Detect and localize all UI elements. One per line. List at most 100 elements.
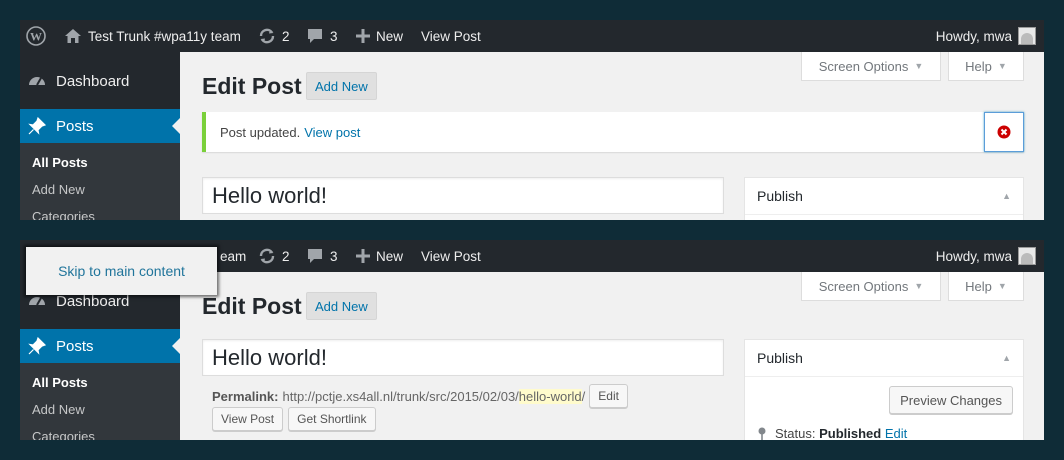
help-button[interactable]: Help ▼ bbox=[948, 272, 1024, 301]
sidebar-item-dashboard[interactable]: Dashboard bbox=[20, 64, 180, 98]
post-updated-notice: Post updated. View post bbox=[202, 112, 1024, 152]
notice-text: Post updated. bbox=[220, 124, 301, 140]
screen-options-label: Screen Options bbox=[818, 278, 909, 294]
comments-link[interactable]: 3 bbox=[306, 240, 338, 272]
skip-to-main-content-link[interactable]: Skip to main content bbox=[26, 247, 217, 295]
new-content-link[interactable]: New bbox=[356, 20, 403, 52]
edit-status-link[interactable]: Edit bbox=[885, 426, 907, 440]
caret-down-icon: ▼ bbox=[914, 61, 924, 71]
comment-icon bbox=[308, 29, 322, 43]
get-shortlink-button[interactable]: Get Shortlink bbox=[288, 407, 376, 431]
caret-down-icon: ▼ bbox=[914, 281, 924, 291]
submenu-all-posts[interactable]: All Posts bbox=[32, 155, 88, 170]
site-name-link[interactable]: eam bbox=[220, 240, 246, 272]
post-status-row: Status: Published Edit bbox=[757, 426, 907, 440]
page-title: Edit Post bbox=[202, 293, 302, 319]
status-value: Published bbox=[819, 426, 882, 440]
howdy-label: Howdy, mwa bbox=[935, 248, 1012, 264]
user-account-menu[interactable]: Howdy, mwa bbox=[936, 20, 1036, 52]
sidebar-item-posts[interactable]: Posts bbox=[20, 109, 180, 143]
plus-icon bbox=[356, 249, 370, 263]
comments-count: 3 bbox=[330, 248, 338, 264]
publish-box: Publish ▲ bbox=[744, 177, 1024, 220]
permalink-label: Permalink: bbox=[212, 388, 279, 404]
view-post-notice-link[interactable]: View post bbox=[304, 125, 360, 140]
caret-down-icon: ▼ bbox=[997, 61, 1007, 71]
admin-sidebar: Dashboard Posts All Posts Add New Catego… bbox=[20, 52, 180, 220]
updates-link[interactable]: 2 bbox=[258, 20, 290, 52]
help-button[interactable]: Help ▼ bbox=[948, 52, 1024, 81]
avatar bbox=[1018, 247, 1036, 265]
view-post-label: View Post bbox=[421, 28, 481, 44]
avatar bbox=[1018, 27, 1036, 45]
caret-up-icon: ▲ bbox=[1002, 353, 1011, 363]
dismiss-notice-button[interactable] bbox=[984, 112, 1024, 152]
submenu-categories[interactable]: Categories bbox=[32, 209, 95, 220]
screenshot-after: eam 2 3 New View Post Howdy, mwa Dashboa… bbox=[20, 240, 1044, 440]
user-account-menu[interactable]: Howdy, mwa bbox=[936, 240, 1036, 272]
updates-count: 2 bbox=[282, 28, 290, 44]
howdy-label: Howdy, mwa bbox=[935, 28, 1012, 44]
new-label: New bbox=[376, 248, 404, 264]
dashboard-icon bbox=[29, 77, 45, 86]
posts-submenu: All Posts Add New Categories bbox=[20, 363, 180, 440]
preview-changes-button[interactable]: Preview Changes bbox=[889, 386, 1013, 414]
admin-bar: W Test Trunk #wpa11y team 2 3 New View P… bbox=[20, 20, 1044, 52]
view-post-link[interactable]: View Post bbox=[421, 240, 481, 272]
publish-heading: Publish bbox=[757, 350, 803, 366]
caret-up-icon: ▲ bbox=[1002, 191, 1011, 201]
close-circle-icon bbox=[997, 125, 1011, 139]
new-label: New bbox=[376, 28, 404, 44]
permalink-slug: hello-world bbox=[518, 388, 582, 404]
screen-options-button[interactable]: Screen Options ▼ bbox=[801, 52, 941, 81]
sidebar-item-posts[interactable]: Posts bbox=[20, 329, 180, 363]
updates-link[interactable]: 2 bbox=[258, 240, 290, 272]
page-title: Edit Post bbox=[202, 73, 302, 99]
permalink-buttons: View Post Get Shortlink bbox=[212, 407, 376, 431]
new-content-link[interactable]: New bbox=[356, 240, 403, 272]
site-name-label: Test Trunk #wpa11y team bbox=[88, 28, 241, 44]
wordpress-logo-icon[interactable]: W bbox=[26, 20, 46, 52]
comments-count: 3 bbox=[330, 28, 338, 44]
comments-link[interactable]: 3 bbox=[306, 20, 338, 52]
add-new-button[interactable]: Add New bbox=[306, 72, 377, 100]
permalink-base: http://pctje.xs4all.nl/trunk/src/2015/02… bbox=[282, 388, 519, 404]
updates-icon bbox=[259, 248, 275, 264]
site-name-label: eam bbox=[220, 248, 247, 264]
screen-options-label: Screen Options bbox=[818, 58, 909, 74]
submenu-add-new[interactable]: Add New bbox=[32, 182, 85, 197]
submenu-add-new[interactable]: Add New bbox=[32, 402, 85, 417]
help-label: Help bbox=[965, 278, 992, 294]
sidebar-item-label: Dashboard bbox=[56, 292, 130, 310]
status-label: Status: bbox=[775, 426, 816, 440]
view-post-label: View Post bbox=[421, 248, 481, 264]
screen-options-button[interactable]: Screen Options ▼ bbox=[801, 272, 941, 301]
pin-icon bbox=[758, 427, 766, 440]
screenshot-before: W Test Trunk #wpa11y team 2 3 New View P… bbox=[20, 20, 1044, 220]
home-icon bbox=[65, 29, 81, 43]
submenu-categories[interactable]: Categories bbox=[32, 429, 95, 440]
add-new-button[interactable]: Add New bbox=[306, 292, 377, 320]
permalink-row: Permalink: http://pctje.xs4all.nl/trunk/… bbox=[212, 384, 628, 408]
caret-down-icon: ▼ bbox=[997, 281, 1007, 291]
updates-icon bbox=[259, 28, 275, 44]
pushpin-icon bbox=[28, 337, 46, 355]
updates-count: 2 bbox=[282, 248, 290, 264]
svg-text:W: W bbox=[30, 30, 42, 44]
submenu-all-posts[interactable]: All Posts bbox=[32, 375, 88, 390]
view-post-button[interactable]: View Post bbox=[212, 407, 284, 431]
publish-header[interactable]: Publish ▲ bbox=[745, 178, 1023, 215]
edit-permalink-button[interactable]: Edit bbox=[589, 384, 628, 408]
view-post-link[interactable]: View Post bbox=[421, 20, 481, 52]
help-label: Help bbox=[965, 58, 992, 74]
post-title-input[interactable]: Hello world! bbox=[202, 339, 724, 376]
permalink-trailing: / bbox=[581, 388, 586, 404]
sidebar-item-label: Posts bbox=[56, 337, 94, 355]
publish-box: Publish ▲ Preview Changes Status: Publis… bbox=[744, 339, 1024, 440]
permalink-url[interactable]: http://pctje.xs4all.nl/trunk/src/2015/02… bbox=[282, 388, 586, 404]
sidebar-item-label: Posts bbox=[56, 117, 94, 135]
comment-icon bbox=[308, 249, 322, 263]
post-title-input[interactable]: Hello world! bbox=[202, 177, 724, 214]
site-name-link[interactable]: Test Trunk #wpa11y team bbox=[64, 20, 241, 52]
publish-header[interactable]: Publish ▲ bbox=[745, 340, 1023, 377]
